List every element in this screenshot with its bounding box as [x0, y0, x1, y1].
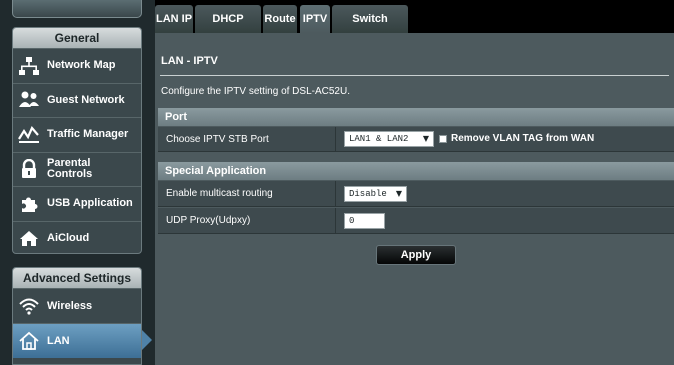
sidebar: General Network Map Guest Network Traffi… — [0, 0, 155, 365]
sidebar-advanced-group: Advanced Settings Wireless LAN — [12, 267, 142, 365]
puzzle-icon — [18, 193, 40, 215]
sidebar-item-label: AiCloud — [47, 231, 90, 244]
guest-network-icon — [18, 89, 40, 111]
active-item-pointer — [142, 330, 152, 350]
chevron-down-icon: ▼ — [395, 189, 402, 198]
sidebar-advanced-header: Advanced Settings — [13, 268, 141, 288]
tab-route[interactable]: Route — [263, 5, 297, 33]
sidebar-item-label: Network Map — [47, 59, 116, 72]
tab-dhcp-server[interactable]: DHCP Server — [195, 5, 261, 53]
stb-port-value: LAN1 & LAN2 — [349, 134, 409, 144]
home-icon — [18, 330, 40, 352]
sidebar-item-lan[interactable]: LAN — [13, 323, 141, 358]
sidebar-general-group: General Network Map Guest Network Traffi… — [12, 27, 142, 254]
multicast-row: Enable multicast routing Disable ▼ — [158, 181, 674, 207]
sidebar-item-aicloud[interactable]: AiCloud — [13, 220, 141, 254]
title-divider — [160, 75, 669, 76]
sidebar-general-header: General — [13, 28, 141, 48]
udp-proxy-label: UDP Proxy(Udpxy) — [158, 208, 336, 233]
network-map-icon — [18, 55, 40, 77]
chevron-down-icon: ▼ — [422, 134, 429, 143]
sidebar-item-label: USB Application — [47, 197, 133, 210]
lock-icon — [18, 158, 40, 180]
udp-proxy-input[interactable]: 0 — [344, 213, 385, 229]
tab-iptv[interactable]: IPTV — [300, 5, 330, 33]
stb-port-row: Choose IPTV STB Port LAN1 & LAN2 ▼ Remov… — [158, 127, 674, 152]
sidebar-item-traffic-manager[interactable]: Traffic Manager — [13, 117, 141, 152]
sidebar-item-label: Parental Controls — [47, 157, 93, 181]
stb-port-label: Choose IPTV STB Port — [158, 127, 336, 151]
sidebar-top-item[interactable] — [12, 0, 142, 18]
page-title: LAN - IPTV — [161, 55, 218, 67]
sidebar-item-wireless[interactable]: Wireless — [13, 288, 141, 323]
multicast-value: Disable — [349, 189, 387, 199]
page-description: Configure the IPTV setting of DSL-AC52U. — [161, 86, 350, 97]
main-content: LAN IP DHCP Server Route IPTV Switch Con… — [155, 0, 674, 365]
tab-bar: LAN IP DHCP Server Route IPTV Switch Con… — [155, 0, 674, 53]
udp-proxy-row: UDP Proxy(Udpxy) 0 — [158, 208, 674, 234]
sidebar-item-label: LAN — [47, 334, 70, 347]
tab-lan-ip[interactable]: LAN IP — [155, 5, 193, 33]
sidebar-item-guest-network[interactable]: Guest Network — [13, 82, 141, 118]
sidebar-item-network-map[interactable]: Network Map — [13, 48, 141, 83]
apply-button[interactable]: Apply — [376, 245, 456, 265]
special-section-header: Special Application — [158, 162, 674, 180]
sidebar-item-usb-application[interactable]: USB Application — [13, 186, 141, 221]
multicast-label: Enable multicast routing — [158, 181, 336, 206]
remove-vlan-label: Remove VLAN TAG from WAN — [451, 133, 595, 144]
wifi-icon — [18, 295, 40, 317]
remove-vlan-checkbox[interactable] — [439, 135, 447, 143]
settings-panel: LAN - IPTV Configure the IPTV setting of… — [155, 33, 674, 365]
stb-port-select[interactable]: LAN1 & LAN2 ▼ — [344, 131, 434, 147]
cloud-icon — [18, 227, 40, 249]
multicast-select[interactable]: Disable ▼ — [344, 186, 407, 202]
port-section-header: Port — [158, 108, 674, 126]
sidebar-item-parental-controls[interactable]: Parental Controls — [13, 151, 141, 187]
sidebar-item-label: Traffic Manager — [47, 128, 129, 141]
sidebar-item-label: Wireless — [47, 299, 93, 312]
tab-switch-control[interactable]: Switch Control — [332, 5, 408, 53]
traffic-manager-icon — [18, 124, 40, 146]
sidebar-item-label: Guest Network — [47, 93, 125, 106]
